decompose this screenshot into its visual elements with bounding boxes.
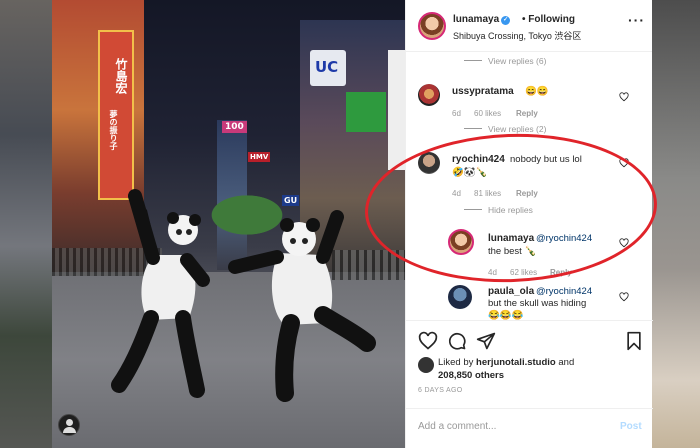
comment-username[interactable]: lunamaya [488, 233, 534, 244]
verified-badge-icon: ✓ [501, 16, 511, 25]
comment-mention[interactable]: @ryochin424 [536, 286, 592, 297]
liked-by-user[interactable]: herjunotali.studio [476, 357, 556, 368]
comment-reply[interactable]: Reply [516, 189, 538, 198]
comment-likes[interactable]: 62 likes [510, 268, 537, 277]
post-comment-button[interactable]: Post [620, 421, 642, 432]
author-username[interactable]: lunamaya ✓ [453, 14, 511, 25]
commenter-avatar[interactable] [448, 285, 472, 309]
post-location[interactable]: Shibuya Crossing, Tokyo 渋谷区 [453, 29, 581, 42]
ellipsis-icon[interactable]: ··· [628, 12, 645, 28]
comment-username[interactable]: paula_ola [488, 286, 534, 297]
comment-text: the best 🍾 [488, 246, 537, 257]
like-heart-icon[interactable] [418, 331, 438, 351]
view-replies-link[interactable]: View replies (2) [464, 124, 546, 134]
liked-by-others[interactable]: 208,850 others [438, 370, 504, 381]
save-bookmark-icon[interactable] [625, 331, 643, 351]
comment-likes[interactable]: 60 likes [474, 109, 501, 118]
panda-person-right [228, 210, 376, 402]
comment-text: 😄😄 [525, 86, 549, 97]
add-comment-input[interactable]: Add a comment... [418, 421, 496, 432]
author-avatar[interactable] [418, 12, 446, 40]
comment-emoji: 😂😂😂 [488, 310, 524, 320]
green-sign [346, 92, 386, 132]
comment-time: 4d [488, 268, 497, 277]
panda-person-left [111, 189, 210, 398]
comment-time: 4d [452, 189, 461, 198]
commenter-avatar[interactable] [418, 152, 440, 174]
comment-text: but the skull was hiding [488, 298, 587, 309]
post-header: lunamaya ✓ • Following Shibuya Crossing, … [406, 0, 652, 52]
background-left-strip [0, 0, 52, 448]
view-replies-link[interactable]: View replies (6) [464, 56, 546, 66]
heart-icon[interactable] [619, 92, 629, 102]
sign-100: 100 [222, 121, 247, 133]
comment-username[interactable]: ryochin424 [452, 154, 505, 165]
comment-likes[interactable]: 81 likes [474, 189, 501, 198]
commenter-avatar[interactable] [448, 229, 474, 255]
share-icon[interactable] [476, 331, 496, 351]
white-vertical-sign [388, 50, 405, 170]
post-actions: Liked by herjunotali.studio and 208,850 … [406, 320, 653, 408]
comment-username[interactable]: ussypratama [452, 86, 514, 97]
hide-replies-link[interactable]: Hide replies [464, 205, 533, 215]
comment-reply[interactable]: Reply [550, 268, 572, 277]
post-photo[interactable]: 竹島宏 夢の振り子 100 UC GU HMV [52, 0, 405, 448]
comment-time: 6d [452, 109, 461, 118]
sign-takeshima: 竹島宏 [114, 58, 128, 94]
background-right-strip [652, 0, 700, 448]
liker-avatar[interactable] [418, 357, 434, 373]
post-side-panel: lunamaya ✓ • Following Shibuya Crossing, … [405, 0, 653, 448]
commenter-avatar[interactable] [418, 84, 440, 106]
user-tag-icon[interactable] [58, 414, 80, 436]
comment-emoji: 🤣🐼🍾 [452, 167, 488, 178]
liked-by-text: Liked by herjunotali.studio and [438, 357, 575, 368]
comment-text: nobody but us lol [510, 154, 582, 165]
post-date[interactable]: 6 DAYS AGO [418, 387, 463, 394]
add-comment-bar: Add a comment... Post [406, 408, 653, 448]
heart-icon[interactable] [619, 292, 629, 302]
comments-list: View replies (6) ussypratama 😄😄 6d 60 li… [406, 52, 653, 320]
comment-reply[interactable]: Reply [516, 109, 538, 118]
comment-bubble-icon[interactable] [447, 331, 467, 351]
follow-status[interactable]: • Following [522, 14, 575, 25]
comment-mention[interactable]: @ryochin424 [536, 233, 592, 244]
sign-uc: UC [315, 58, 339, 76]
sign-hmv: HMV [248, 152, 271, 162]
heart-icon[interactable] [619, 238, 629, 248]
heart-icon[interactable] [619, 158, 629, 168]
sign-yume: 夢の振り子 [109, 110, 118, 150]
